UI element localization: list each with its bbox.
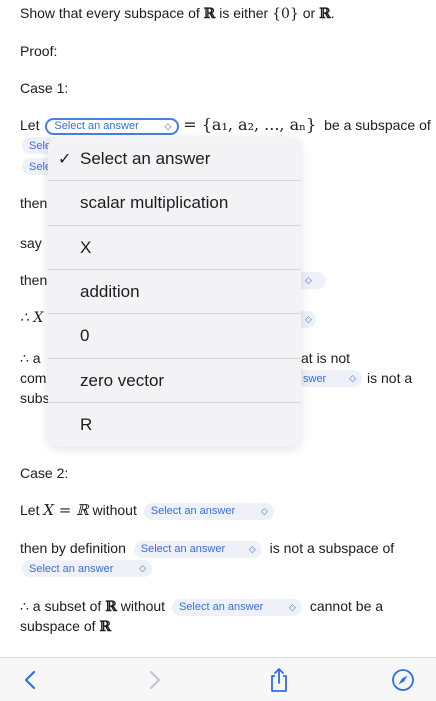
option-zero[interactable]: 0 bbox=[48, 314, 301, 358]
x-equals-r: X = ℝ bbox=[43, 501, 89, 519]
chevron-updown-icon: ◇ bbox=[305, 314, 312, 324]
case1-let-line: Let Select an answer ◇ = {a₁, a₂, ..., aₙ… bbox=[20, 115, 431, 135]
set-expression: = {a₁, a₂, ..., aₙ} bbox=[183, 115, 317, 134]
compass-icon[interactable] bbox=[390, 667, 416, 693]
case2-definition-line: then by definition Select an answer ◇ is … bbox=[20, 540, 395, 558]
subs-text: subs bbox=[20, 390, 50, 406]
option-select-an-answer[interactable]: ✓ Select an answer bbox=[48, 137, 301, 181]
then-text-2: then bbox=[20, 272, 48, 288]
case2-let-line: Let X = ℝ without Select an answer ◇ bbox=[20, 501, 274, 520]
let-text: Let bbox=[20, 117, 40, 133]
then-text-1: then bbox=[20, 195, 48, 211]
proof-label: Proof: bbox=[20, 43, 58, 59]
checkmark-icon: ✓ bbox=[58, 151, 72, 168]
com-text: com bbox=[20, 370, 47, 386]
select-answer-case2-definition[interactable]: Select an answer ◇ bbox=[133, 540, 262, 558]
forward-icon[interactable] bbox=[142, 667, 168, 693]
chevron-updown-icon: ◇ bbox=[349, 373, 356, 383]
share-icon[interactable] bbox=[266, 667, 292, 693]
select-answer-case2-cannot[interactable]: Select an answer ◇ bbox=[171, 598, 302, 616]
case2-subspace-line: subspace of ℝ bbox=[20, 618, 112, 635]
browser-toolbar bbox=[0, 657, 436, 701]
select-answer-case2-subspace-of[interactable]: Select an answer ◇ bbox=[22, 560, 152, 577]
chevron-updown-icon: ◇ bbox=[289, 601, 296, 612]
option-addition[interactable]: addition bbox=[48, 270, 301, 314]
say-text: say bbox=[20, 235, 42, 251]
option-scalar-multiplication[interactable]: scalar multiplication bbox=[48, 181, 301, 225]
option-zero-vector[interactable]: zero vector bbox=[48, 359, 301, 403]
case2-label: Case 2: bbox=[20, 465, 69, 481]
option-r[interactable]: R bbox=[48, 403, 301, 447]
chevron-updown-icon: ◇ bbox=[164, 120, 172, 131]
is-not-a-text: is not a bbox=[367, 370, 413, 386]
case2-conclusion-line: ∴ a subset of ℝ without Select an answer… bbox=[20, 598, 384, 616]
at-is-not-text: at is not bbox=[301, 350, 351, 366]
chevron-updown-icon: ◇ bbox=[305, 275, 312, 285]
chevron-updown-icon: ◇ bbox=[260, 505, 268, 516]
back-icon[interactable] bbox=[17, 667, 43, 693]
therefore-a: ∴ a bbox=[20, 350, 41, 366]
be-subspace-text: be a subspace of bbox=[324, 117, 431, 133]
therefore-x: ∴ X bbox=[20, 310, 44, 326]
case1-label: Case 1: bbox=[20, 80, 69, 96]
select-answer-right-3[interactable]: swer ◇ bbox=[296, 370, 362, 387]
chevron-updown-icon: ◇ bbox=[248, 543, 256, 554]
option-x[interactable]: X bbox=[48, 226, 301, 270]
chevron-updown-icon: ◇ bbox=[139, 563, 146, 573]
question-text: Show that every subspace of ℝ is either … bbox=[20, 5, 335, 22]
select-answer-case2-without[interactable]: Select an answer ◇ bbox=[143, 502, 274, 520]
select-answer-case1-set[interactable]: Select an answer ◇ bbox=[45, 117, 180, 135]
select-dropdown-menu: ✓ Select an answer scalar multiplication… bbox=[48, 137, 301, 447]
